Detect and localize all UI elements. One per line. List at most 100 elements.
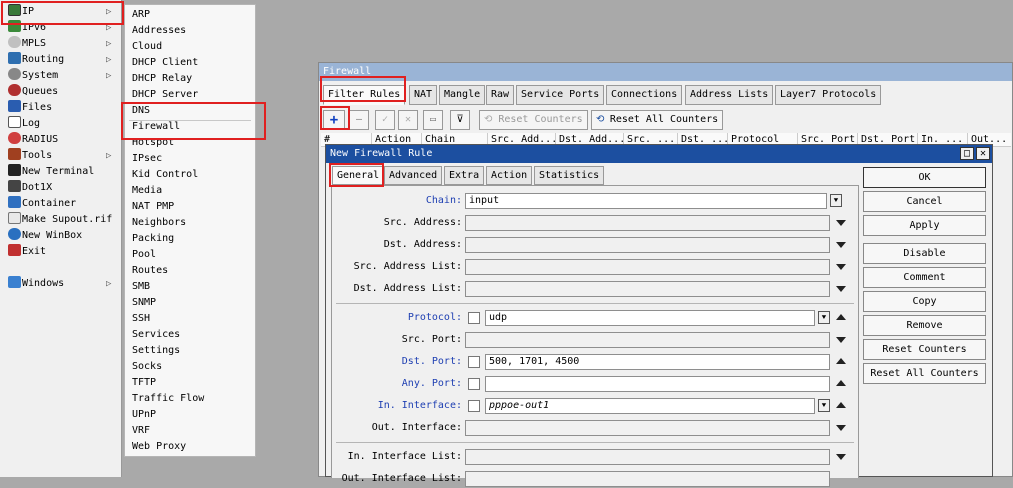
submenu-item-cloud[interactable]: Cloud xyxy=(132,39,162,55)
submenu-item-addresses[interactable]: Addresses xyxy=(132,23,186,39)
menu-item-new-winbox[interactable]: New WinBox xyxy=(8,228,120,244)
chevron-down-icon[interactable]: ⯆ xyxy=(818,399,830,412)
any-port-invert-checkbox[interactable] xyxy=(468,378,480,390)
filter-icon[interactable]: ⊽ xyxy=(450,110,470,130)
copy-button[interactable]: Copy xyxy=(863,291,986,312)
expand-down-icon[interactable] xyxy=(836,454,846,460)
collapse-up-icon[interactable] xyxy=(836,358,846,364)
submenu-item-media[interactable]: Media xyxy=(132,183,162,199)
src-address-field[interactable] xyxy=(465,215,830,231)
out-interface-field[interactable] xyxy=(465,420,830,436)
reset-counters-button[interactable]: ⟲ Reset Counters xyxy=(479,110,588,130)
reset-all-counters-rule-button[interactable]: Reset All Counters xyxy=(863,363,986,384)
submenu-item-vrf[interactable]: VRF xyxy=(132,423,150,439)
menu-item-dot1x[interactable]: Dot1X xyxy=(8,180,120,196)
expand-down-icon[interactable] xyxy=(836,242,846,248)
submenu-item-nat-pmp[interactable]: NAT PMP xyxy=(132,199,174,215)
ok-button[interactable]: OK xyxy=(863,167,986,188)
submenu-item-arp[interactable]: ARP xyxy=(132,7,150,23)
menu-item-radius[interactable]: RADIUS xyxy=(8,132,120,148)
submenu-item-pool[interactable]: Pool xyxy=(132,247,156,263)
expand-down-icon[interactable] xyxy=(836,425,846,431)
expand-down-icon[interactable] xyxy=(836,264,846,270)
menu-item-new-terminal[interactable]: New Terminal xyxy=(8,164,120,180)
menu-item-log[interactable]: Log xyxy=(8,116,120,132)
tab-advanced[interactable]: Advanced xyxy=(384,166,443,185)
protocol-select[interactable]: udp xyxy=(485,310,815,326)
menu-item-exit[interactable]: Exit xyxy=(8,244,120,260)
chevron-down-icon[interactable]: ⯆ xyxy=(818,311,830,324)
submenu-item-traffic-flow[interactable]: Traffic Flow xyxy=(132,391,204,407)
disable-button[interactable]: ✕ xyxy=(398,110,418,130)
expand-down-icon[interactable] xyxy=(836,220,846,226)
menu-item-routing[interactable]: Routing ▷ xyxy=(8,52,120,68)
dst-address-list-field[interactable] xyxy=(465,281,830,297)
menu-item-mpls[interactable]: MPLS ▷ xyxy=(8,36,120,52)
src-address-list-field[interactable] xyxy=(465,259,830,275)
collapse-up-icon[interactable] xyxy=(836,314,846,320)
tab-raw[interactable]: Raw xyxy=(486,85,515,105)
comment-rule-button[interactable]: Comment xyxy=(863,267,986,288)
tab-nat[interactable]: NAT xyxy=(409,85,438,105)
submenu-item-snmp[interactable]: SNMP xyxy=(132,295,156,311)
in-interface-invert-checkbox[interactable] xyxy=(468,400,480,412)
tab-connections[interactable]: Connections xyxy=(606,85,683,105)
submenu-item-upnp[interactable]: UPnP xyxy=(132,407,156,423)
submenu-item-web-proxy[interactable]: Web Proxy xyxy=(132,439,186,455)
submenu-item-kid-control[interactable]: Kid Control xyxy=(132,167,198,183)
tab-layer7-protocols[interactable]: Layer7 Protocols xyxy=(775,85,882,105)
submenu-item-tftp[interactable]: TFTP xyxy=(132,375,156,391)
collapse-up-icon[interactable] xyxy=(836,402,846,408)
submenu-item-smb[interactable]: SMB xyxy=(132,279,150,295)
enable-button[interactable]: ✓ xyxy=(375,110,395,130)
tab-action[interactable]: Action xyxy=(486,166,533,185)
dst-port-invert-checkbox[interactable] xyxy=(468,356,480,368)
reset-all-counters-button[interactable]: ⟲ Reset All Counters xyxy=(591,110,723,130)
menu-item-system[interactable]: System ▷ xyxy=(8,68,120,84)
out-interface-list-field[interactable] xyxy=(465,471,830,487)
menu-item-windows[interactable]: Windows ▷ xyxy=(8,276,120,292)
in-interface-select[interactable]: pppoe-out1 xyxy=(485,398,815,414)
dst-port-field[interactable]: 500, 1701, 4500 xyxy=(485,354,830,370)
submenu-item-ipsec[interactable]: IPsec xyxy=(132,151,162,167)
tab-service-ports[interactable]: Service Ports xyxy=(516,85,605,105)
remove-rule-button[interactable]: Remove xyxy=(863,315,986,336)
submenu-item-dhcp-relay[interactable]: DHCP Relay xyxy=(132,71,192,87)
menu-item-queues[interactable]: Queues xyxy=(8,84,120,100)
chain-select[interactable]: input xyxy=(465,193,827,209)
dst-address-field[interactable] xyxy=(465,237,830,253)
submenu-item-ssh[interactable]: SSH xyxy=(132,311,150,327)
firewall-window-title[interactable]: Firewall xyxy=(319,63,1012,81)
submenu-item-settings[interactable]: Settings xyxy=(132,343,180,359)
submenu-item-socks[interactable]: Socks xyxy=(132,359,162,375)
dialog-title[interactable]: New Firewall Rule xyxy=(326,145,992,163)
submenu-item-neighbors[interactable]: Neighbors xyxy=(132,215,186,231)
any-port-field[interactable] xyxy=(485,376,830,392)
menu-item-files[interactable]: Files xyxy=(8,100,120,116)
src-port-field[interactable] xyxy=(465,332,830,348)
submenu-item-dhcp-server[interactable]: DHCP Server xyxy=(132,87,198,103)
menu-item-make-supout[interactable]: Make Supout.rif xyxy=(8,212,120,228)
submenu-item-routes[interactable]: Routes xyxy=(132,263,168,279)
chevron-down-icon[interactable]: ⯆ xyxy=(830,194,842,207)
submenu-item-services[interactable]: Services xyxy=(132,327,180,343)
protocol-invert-checkbox[interactable] xyxy=(468,312,480,324)
in-interface-list-field[interactable] xyxy=(465,449,830,465)
tab-mangle[interactable]: Mangle xyxy=(439,85,486,105)
collapse-up-icon[interactable] xyxy=(836,380,846,386)
expand-down-icon[interactable] xyxy=(836,337,846,343)
tab-statistics[interactable]: Statistics xyxy=(534,166,605,185)
submenu-item-dhcp-client[interactable]: DHCP Client xyxy=(132,55,198,71)
apply-button[interactable]: Apply xyxy=(863,215,986,236)
tab-address-lists[interactable]: Address Lists xyxy=(685,85,774,105)
menu-item-tools[interactable]: Tools ▷ xyxy=(8,148,120,164)
maximize-icon[interactable]: □ xyxy=(960,147,974,160)
tab-extra[interactable]: Extra xyxy=(444,166,485,185)
cancel-button[interactable]: Cancel xyxy=(863,191,986,212)
submenu-item-packing[interactable]: Packing xyxy=(132,231,174,247)
comment-button[interactable]: ▭ xyxy=(423,110,443,130)
close-icon[interactable]: ✕ xyxy=(976,147,990,160)
expand-down-icon[interactable] xyxy=(836,286,846,292)
disable-rule-button[interactable]: Disable xyxy=(863,243,986,264)
reset-counters-rule-button[interactable]: Reset Counters xyxy=(863,339,986,360)
